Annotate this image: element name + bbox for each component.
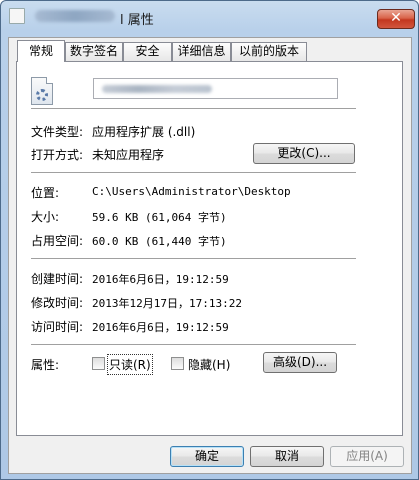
tab-security[interactable]: 安全 bbox=[123, 42, 172, 61]
attributes-label: 属性: bbox=[31, 358, 60, 372]
close-button[interactable]: ✕ bbox=[377, 9, 415, 29]
tab-previous-versions[interactable]: 以前的版本 bbox=[231, 42, 307, 61]
modified-label: 修改时间: bbox=[31, 296, 84, 310]
change-button[interactable]: 更改(C)... bbox=[253, 143, 355, 164]
readonly-checkbox[interactable] bbox=[92, 357, 105, 370]
location-label: 位置: bbox=[31, 186, 60, 200]
file-type-label: 文件类型: bbox=[31, 125, 84, 139]
location-value: C:\Users\Administrator\Desktop bbox=[92, 185, 291, 198]
created-label: 创建时间: bbox=[31, 272, 84, 286]
title-bar[interactable]: l 属性 ✕ bbox=[1, 1, 418, 31]
gear-icon bbox=[36, 89, 48, 101]
opens-with-label: 打开方式: bbox=[31, 148, 84, 162]
hidden-label[interactable]: 隐藏(H) bbox=[188, 356, 230, 373]
close-icon: ✕ bbox=[390, 10, 402, 26]
created-value: 2016年6月6日，19:12:59 bbox=[92, 273, 229, 286]
modified-value: 2013年12月17日，17:13:22 bbox=[92, 297, 242, 310]
dll-file-icon bbox=[31, 77, 53, 105]
divider bbox=[31, 172, 356, 173]
size-label: 大小: bbox=[31, 210, 60, 224]
ok-button[interactable]: 确定 bbox=[170, 446, 244, 467]
divider bbox=[31, 344, 356, 345]
size-on-disk-value: 60.0 KB (61,440 字节) bbox=[92, 235, 227, 248]
file-icon bbox=[9, 8, 25, 24]
title-filename-redacted bbox=[35, 10, 115, 22]
accessed-label: 访问时间: bbox=[31, 320, 84, 334]
window-title: l 属性 bbox=[120, 13, 154, 28]
divider bbox=[31, 258, 356, 259]
tab-digital-signatures[interactable]: 数字签名 bbox=[65, 42, 123, 61]
divider bbox=[31, 108, 356, 109]
properties-window: l 属性 ✕ 常规 数字签名 安全 详细信息 以前的版本 文件类型: 应用程序扩… bbox=[0, 0, 419, 480]
tab-general[interactable]: 常规 bbox=[17, 40, 65, 62]
file-type-value: 应用程序扩展 (.dll) bbox=[92, 125, 196, 139]
readonly-label[interactable]: 只读(R) bbox=[107, 354, 153, 375]
advanced-button[interactable]: 高级(D)... bbox=[263, 352, 337, 373]
opens-with-value: 未知应用程序 bbox=[92, 148, 165, 162]
filename-input[interactable] bbox=[93, 78, 338, 99]
accessed-value: 2016年6月6日，19:12:59 bbox=[92, 321, 229, 334]
hidden-checkbox[interactable] bbox=[171, 357, 184, 370]
dialog-client: 常规 数字签名 安全 详细信息 以前的版本 文件类型: 应用程序扩展 (.dll… bbox=[8, 37, 412, 474]
tab-details[interactable]: 详细信息 bbox=[172, 42, 231, 61]
apply-button[interactable]: 应用(A) bbox=[330, 446, 404, 467]
general-panel: 文件类型: 应用程序扩展 (.dll) 打开方式: 未知应用程序 更改(C)..… bbox=[16, 61, 403, 436]
filename-redacted bbox=[102, 85, 212, 93]
size-value: 59.6 KB (61,064 字节) bbox=[92, 211, 227, 224]
cancel-button[interactable]: 取消 bbox=[250, 446, 324, 467]
size-on-disk-label: 占用空间: bbox=[31, 234, 84, 248]
